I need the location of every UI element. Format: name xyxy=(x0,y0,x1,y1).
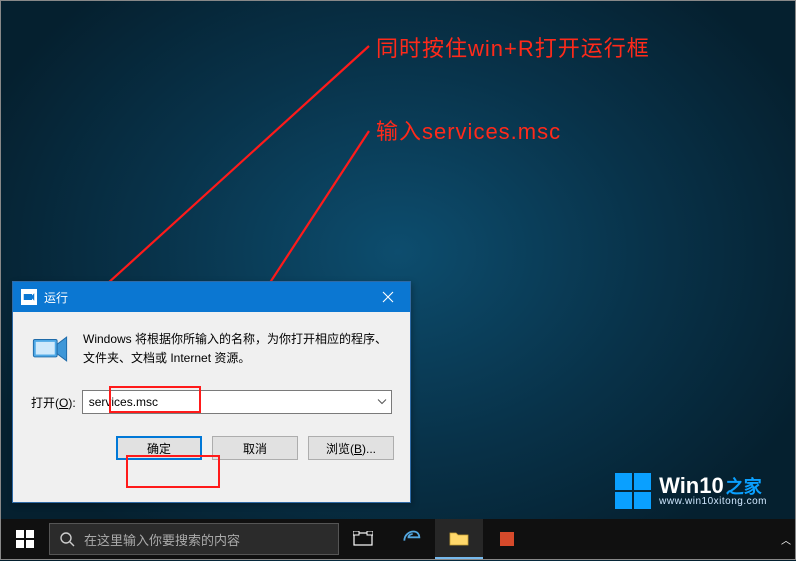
annotation-winr: 同时按住win+R打开运行框 xyxy=(376,31,650,63)
browse-button[interactable]: 浏览(B)... xyxy=(308,436,394,460)
search-placeholder: 在这里输入你要搜索的内容 xyxy=(84,530,240,549)
cancel-button[interactable]: 取消 xyxy=(212,436,298,460)
run-dialog: 运行 Windows 将根据你所输入的名称，为你打开相应的程序、文件夹、文档或 … xyxy=(12,281,411,503)
open-label: 打开(O): xyxy=(31,394,76,411)
dialog-description: Windows 将根据你所输入的名称，为你打开相应的程序、文件夹、文档或 Int… xyxy=(83,330,392,368)
taskbar: 在这里输入你要搜索的内容 ︿ xyxy=(1,519,795,559)
start-button[interactable] xyxy=(1,519,49,559)
dialog-title: 运行 xyxy=(44,289,365,306)
open-input[interactable] xyxy=(83,391,391,413)
watermark-brand: Win10之家 xyxy=(659,475,767,497)
taskview-button[interactable] xyxy=(339,519,387,559)
open-combobox[interactable] xyxy=(82,390,392,414)
ok-button[interactable]: 确定 xyxy=(116,436,202,460)
run-icon xyxy=(31,330,69,368)
run-title-icon xyxy=(21,289,37,305)
taskbar-search[interactable]: 在这里输入你要搜索的内容 xyxy=(49,523,339,555)
close-button[interactable] xyxy=(365,282,410,312)
file-explorer-button[interactable] xyxy=(435,519,483,559)
annotation-services: 输入services.msc xyxy=(376,114,561,146)
windows-logo-icon xyxy=(615,473,651,509)
app-button[interactable] xyxy=(483,519,531,559)
watermark-url: www.win10xitong.com xyxy=(659,497,767,507)
edge-button[interactable] xyxy=(387,519,435,559)
system-tray[interactable]: ︿ xyxy=(781,532,795,547)
titlebar[interactable]: 运行 xyxy=(13,282,410,312)
tray-chevron-icon[interactable]: ︿ xyxy=(781,532,791,547)
watermark: Win10之家 www.win10xitong.com xyxy=(615,473,767,509)
search-icon xyxy=(50,531,84,547)
